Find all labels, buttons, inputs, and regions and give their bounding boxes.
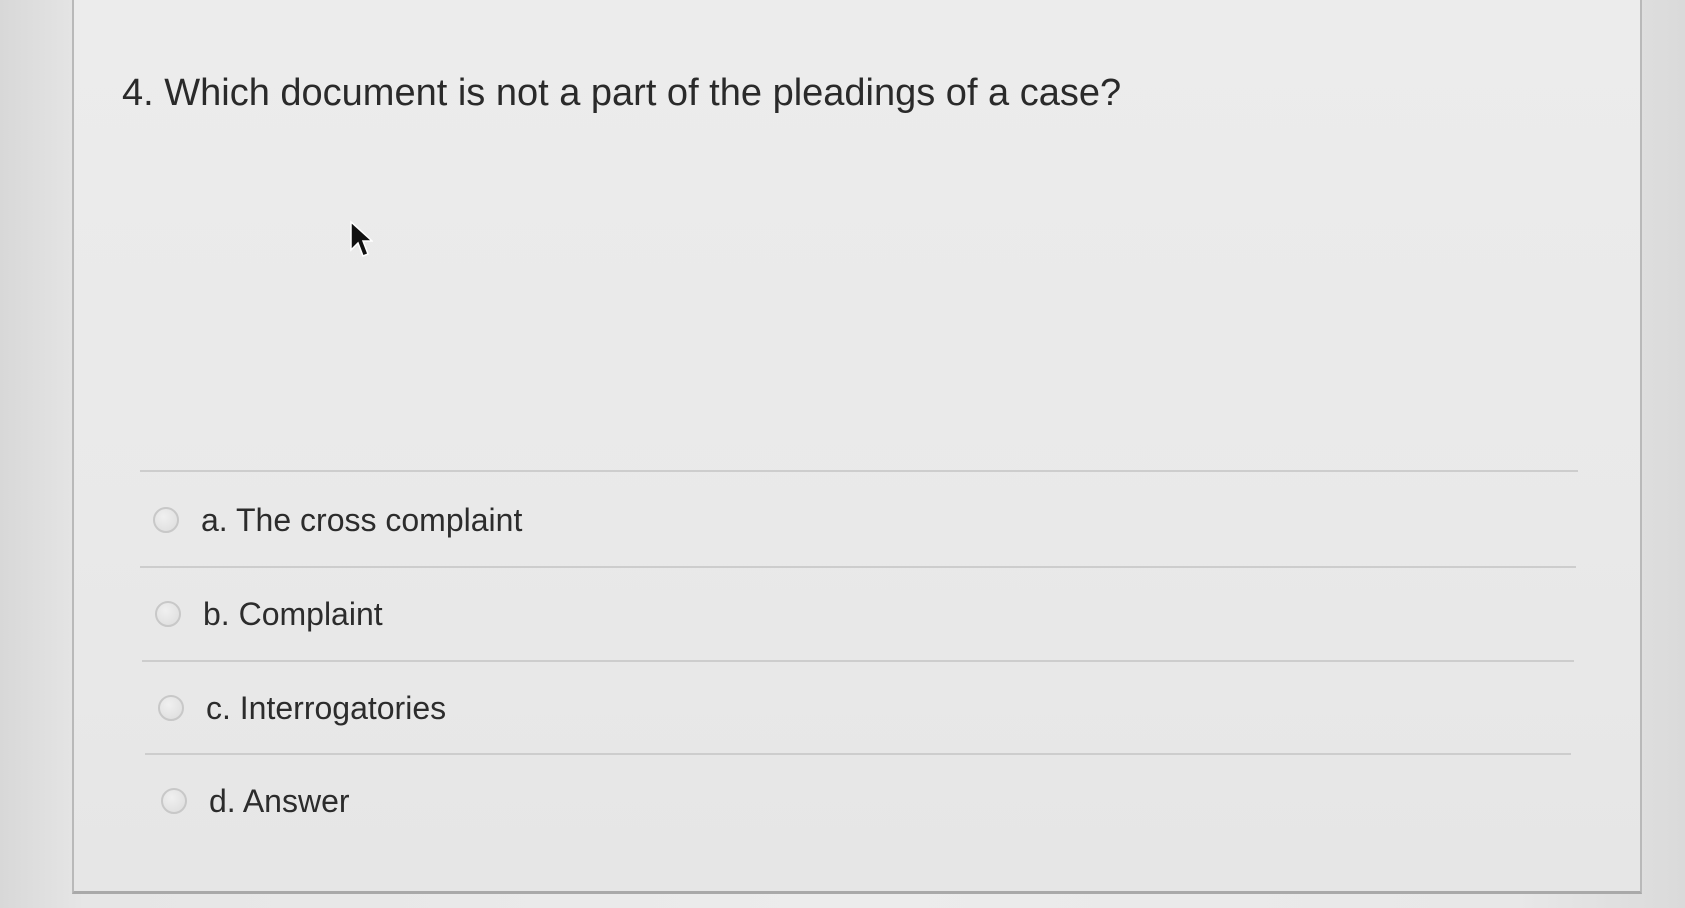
option-c[interactable]: c. Interrogatories	[158, 688, 446, 728]
mouse-pointer-icon	[350, 220, 373, 257]
question-card	[72, 0, 1642, 894]
radio-unselected-icon[interactable]	[158, 695, 184, 721]
divider	[140, 566, 1576, 568]
screen: 4. Which document is not a part of the p…	[0, 0, 1685, 908]
option-label: c. Interrogatories	[206, 689, 447, 726]
option-d[interactable]: d. Answer	[161, 781, 350, 821]
divider	[145, 753, 1571, 755]
radio-unselected-icon[interactable]	[153, 507, 179, 533]
option-label: a. The cross complaint	[201, 501, 523, 538]
option-label: b. Complaint	[203, 595, 383, 632]
question-text: 4. Which document is not a part of the p…	[122, 72, 1122, 114]
radio-unselected-icon[interactable]	[161, 788, 187, 814]
option-label: d. Answer	[209, 782, 350, 819]
divider	[142, 660, 1574, 662]
option-a[interactable]: a. The cross complaint	[153, 500, 522, 540]
option-b[interactable]: b. Complaint	[155, 594, 383, 634]
divider	[140, 470, 1578, 472]
radio-unselected-icon[interactable]	[155, 601, 181, 627]
